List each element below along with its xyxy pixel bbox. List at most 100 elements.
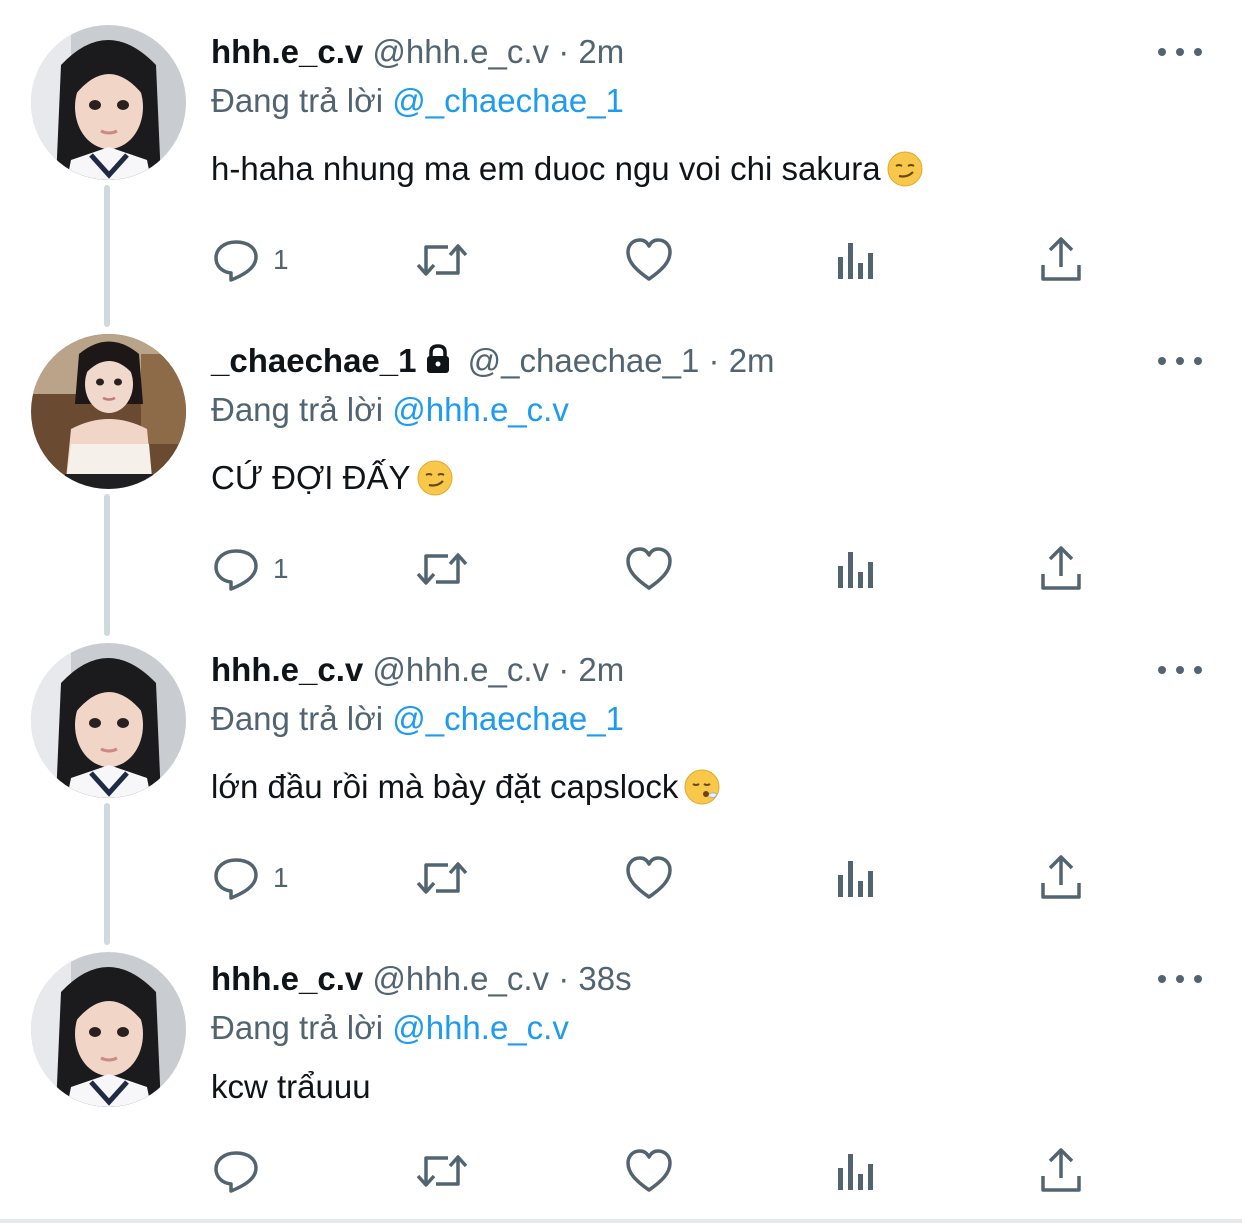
display-name[interactable]: _chaechae_1 xyxy=(211,342,417,379)
reply-button[interactable]: 1 xyxy=(211,232,289,288)
action-bar: 1 xyxy=(211,232,1111,288)
replying-to: Đang trả lời @hhh.e_c.v xyxy=(211,388,569,432)
reply-count: 1 xyxy=(273,244,289,275)
share-icon xyxy=(1041,855,1081,899)
reply-button[interactable]: 1 xyxy=(211,541,289,597)
views-button[interactable] xyxy=(834,541,878,597)
views-button[interactable] xyxy=(834,1143,878,1199)
display-name[interactable]: hhh.e_c.v xyxy=(211,33,363,70)
replying-to: Đang trả lời @hhh.e_c.v xyxy=(211,1006,569,1050)
share-icon xyxy=(1041,546,1081,590)
retweet-icon xyxy=(416,553,468,585)
separator: · xyxy=(708,342,720,379)
tweet[interactable]: _chaechae_1 @_chaechae_1 · 2m Đang trả l… xyxy=(0,309,1242,618)
views-button[interactable] xyxy=(834,850,878,906)
more-icon[interactable] xyxy=(1158,658,1202,682)
divider xyxy=(0,1219,1242,1223)
more-icon[interactable] xyxy=(1158,967,1202,991)
mention-link[interactable]: @_chaechae_1 xyxy=(392,700,624,737)
like-button[interactable] xyxy=(624,541,674,597)
heart-icon xyxy=(626,547,672,590)
avatar[interactable] xyxy=(31,334,186,489)
reply-prefix: Đang trả lời xyxy=(211,1009,384,1046)
tweet-text-content: lớn đầu rồi mà bày đặt capslock xyxy=(211,768,679,805)
views-icon xyxy=(838,243,873,279)
share-icon xyxy=(1041,1148,1081,1192)
heart-icon xyxy=(626,1149,672,1192)
views-button[interactable] xyxy=(834,232,878,288)
avatar[interactable] xyxy=(31,25,186,180)
timestamp[interactable]: 2m xyxy=(578,33,624,70)
retweet-button[interactable] xyxy=(414,232,470,288)
more-icon[interactable] xyxy=(1158,349,1202,373)
reply-prefix: Đang trả lời xyxy=(211,700,384,737)
retweet-button[interactable] xyxy=(414,541,470,597)
heart-icon xyxy=(626,856,672,899)
share-button[interactable] xyxy=(1039,1143,1083,1199)
views-icon xyxy=(838,1154,873,1190)
timestamp[interactable]: 38s xyxy=(578,960,631,997)
like-button[interactable] xyxy=(624,232,674,288)
share-button[interactable] xyxy=(1039,850,1083,906)
reply-button[interactable] xyxy=(211,1143,261,1199)
separator: · xyxy=(558,651,570,688)
tweet[interactable]: hhh.e_c.v @hhh.e_c.v · 2m Đang trả lời @… xyxy=(0,0,1242,309)
reply-icon xyxy=(214,1151,258,1193)
action-bar xyxy=(211,1143,1111,1199)
handle[interactable]: @hhh.e_c.v xyxy=(372,960,549,997)
sigh-emoji-icon xyxy=(684,769,720,816)
reply-count: 1 xyxy=(273,862,289,893)
retweet-icon xyxy=(416,862,468,894)
views-icon xyxy=(838,552,873,588)
tweet-text-content: kcw trẩuuu xyxy=(211,1068,371,1105)
tweet-header: _chaechae_1 @_chaechae_1 · 2m xyxy=(211,339,775,386)
avatar[interactable] xyxy=(31,643,186,798)
reply-prefix: Đang trả lời xyxy=(211,82,384,119)
replying-to: Đang trả lời @_chaechae_1 xyxy=(211,79,624,123)
tweet-header: hhh.e_c.v @hhh.e_c.v · 2m xyxy=(211,30,624,74)
tweet-text-content: CỨ ĐỢI ĐẤY xyxy=(211,459,411,496)
like-button[interactable] xyxy=(624,1143,674,1199)
action-bar: 1 xyxy=(211,541,1111,597)
share-button[interactable] xyxy=(1039,541,1083,597)
handle[interactable]: @_chaechae_1 xyxy=(468,342,700,379)
reply-icon xyxy=(214,240,258,282)
lock-icon xyxy=(423,342,453,386)
retweet-button[interactable] xyxy=(414,1143,470,1199)
heart-icon xyxy=(626,238,672,281)
mention-link[interactable]: @_chaechae_1 xyxy=(392,82,624,119)
retweet-button[interactable] xyxy=(414,850,470,906)
tweet-header: hhh.e_c.v @hhh.e_c.v · 38s xyxy=(211,957,632,1001)
tweet-header: hhh.e_c.v @hhh.e_c.v · 2m xyxy=(211,648,624,692)
avatar[interactable] xyxy=(31,952,186,1107)
handle[interactable]: @hhh.e_c.v xyxy=(372,33,549,70)
tweet[interactable]: hhh.e_c.v @hhh.e_c.v · 38s Đang trả lời … xyxy=(0,927,1242,1219)
separator: · xyxy=(558,960,570,997)
separator: · xyxy=(558,33,570,70)
smirk-emoji-icon xyxy=(417,460,453,507)
like-button[interactable] xyxy=(624,850,674,906)
retweet-icon xyxy=(416,244,468,276)
replying-to: Đang trả lời @_chaechae_1 xyxy=(211,697,624,741)
display-name[interactable]: hhh.e_c.v xyxy=(211,651,363,688)
tweet-text: lớn đầu rồi mà bày đặt capslock xyxy=(211,765,720,816)
reply-count: 1 xyxy=(273,553,289,584)
more-icon[interactable] xyxy=(1158,40,1202,64)
display-name[interactable]: hhh.e_c.v xyxy=(211,960,363,997)
share-button[interactable] xyxy=(1039,232,1083,288)
timestamp[interactable]: 2m xyxy=(578,651,624,688)
reply-button[interactable]: 1 xyxy=(211,850,289,906)
timestamp[interactable]: 2m xyxy=(729,342,775,379)
mention-link[interactable]: @hhh.e_c.v xyxy=(392,1009,569,1046)
retweet-icon xyxy=(416,1155,468,1187)
tweet-text: h-haha nhung ma em duoc ngu voi chi saku… xyxy=(211,147,923,198)
tweet[interactable]: hhh.e_c.v @hhh.e_c.v · 2m Đang trả lời @… xyxy=(0,618,1242,927)
views-icon xyxy=(838,861,873,897)
share-icon xyxy=(1041,237,1081,281)
reply-icon xyxy=(214,549,258,591)
reply-prefix: Đang trả lời xyxy=(211,391,384,428)
action-bar: 1 xyxy=(211,850,1111,906)
handle[interactable]: @hhh.e_c.v xyxy=(372,651,549,688)
mention-link[interactable]: @hhh.e_c.v xyxy=(392,391,569,428)
tweet-text: CỨ ĐỢI ĐẤY xyxy=(211,456,453,507)
